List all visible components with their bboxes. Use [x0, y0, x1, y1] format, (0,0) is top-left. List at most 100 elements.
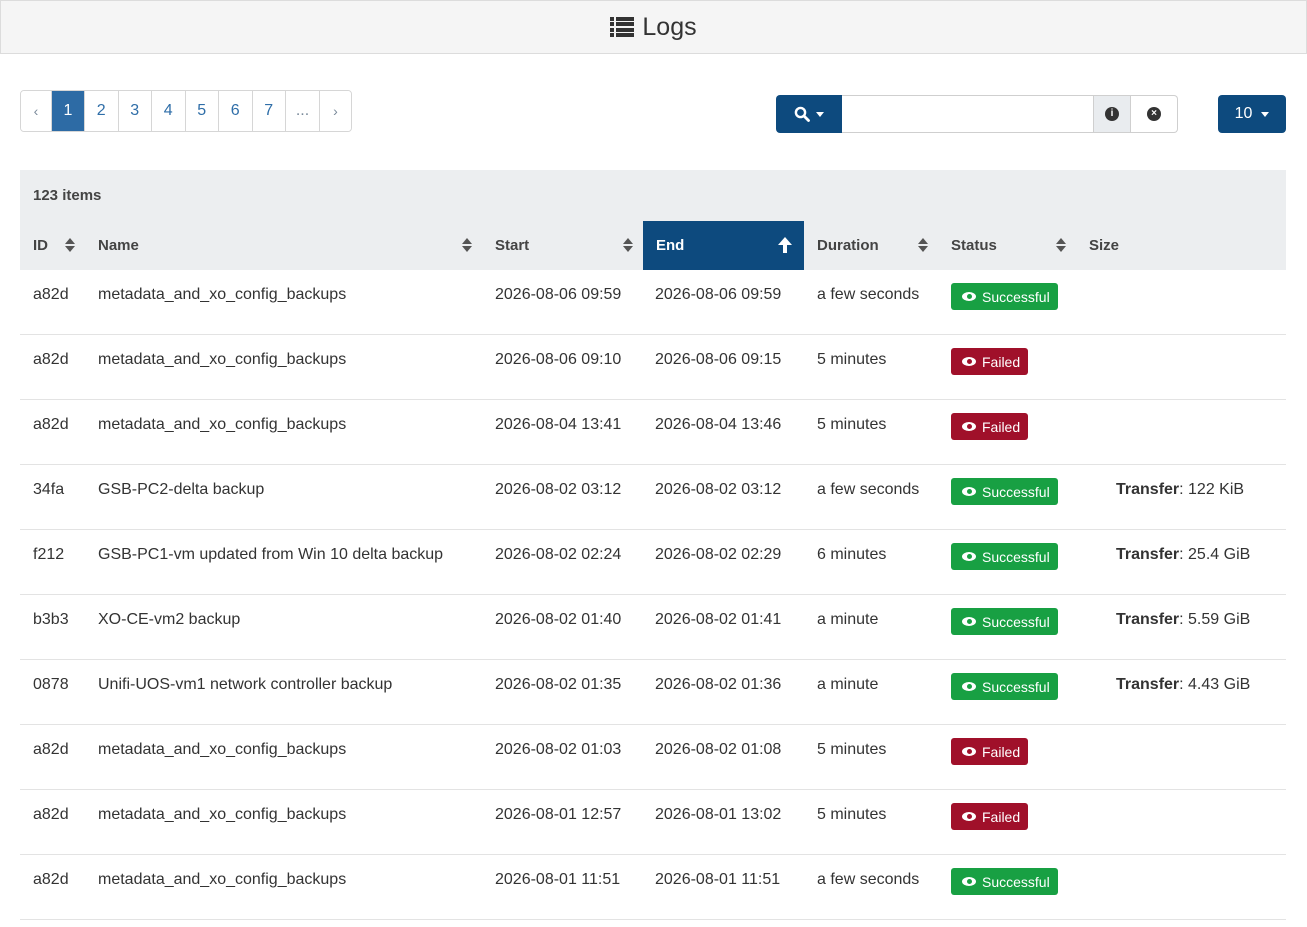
items-per-page-value: 10 [1234, 105, 1253, 122]
size-value: : 4.43 GiB [1179, 676, 1251, 693]
cell-duration: 5 minutes [817, 806, 887, 823]
pagination-page-5[interactable]: 5 [185, 91, 219, 131]
column-header-start[interactable]: Start [482, 221, 643, 270]
search-input[interactable] [842, 95, 1094, 133]
table-row[interactable]: a82d metadata_and_xo_config_backups 2026-0… [20, 335, 1286, 400]
search-bar: i × [776, 95, 1178, 133]
status-badge[interactable]: Failed [951, 348, 1029, 375]
cell-status: Failed [938, 335, 1076, 399]
sort-icon [918, 238, 928, 254]
cell-id: 34fa [33, 481, 65, 498]
filter-help-button[interactable]: i [1094, 95, 1131, 133]
cell-end: 2026-08-06 09:15 [655, 351, 782, 368]
status-badge[interactable]: Successful [951, 673, 1058, 700]
table-row[interactable]: a82d metadata_and_xo_config_backups 2026-0… [20, 790, 1286, 855]
cell-id: 0878 [33, 676, 69, 693]
table-row[interactable]: a82d metadata_and_xo_config_backups 2026-0… [20, 855, 1286, 920]
status-badge[interactable]: Failed [951, 413, 1029, 440]
page-title-text: Logs [642, 12, 697, 41]
eye-icon [962, 292, 976, 301]
cell-id: a82d [33, 741, 69, 758]
table-row[interactable]: b3b3 XO-CE-vm2 backup 2026-08-02 01:40 2026… [20, 595, 1286, 660]
list-icon [610, 17, 635, 37]
table-row[interactable]: a82d metadata_and_xo_config_backups 2026-0… [20, 725, 1286, 790]
pagination-page-7[interactable]: 7 [252, 91, 286, 131]
table-row[interactable]: a82d metadata_and_xo_config_backups 2026-0… [20, 400, 1286, 465]
table-row[interactable]: a82d metadata_and_xo_config_backups 2026-0… [20, 270, 1286, 335]
items-per-page-select[interactable]: 10 [1218, 95, 1286, 133]
status-badge[interactable]: Failed [951, 738, 1029, 765]
pagination-page-4[interactable]: 4 [152, 91, 186, 131]
cell-duration: a few seconds [817, 481, 920, 498]
table-row[interactable]: 34fa GSB-PC2-delta backup 2026-08-02 03:12… [20, 465, 1286, 530]
cell-name: XO-CE-vm2 backup [98, 611, 241, 628]
cell-start: 2026-08-02 01:40 [495, 611, 622, 628]
cell-size [1076, 270, 1286, 334]
column-header-end[interactable]: End [643, 221, 804, 270]
sort-icon [1056, 238, 1066, 254]
eye-icon [962, 877, 976, 886]
size-label: Transfer [1116, 611, 1180, 628]
status-label: Successful [982, 678, 1050, 695]
eye-icon [962, 747, 976, 756]
pagination-page-2[interactable]: 2 [85, 91, 119, 131]
pagination-page-1[interactable]: 1 [52, 91, 85, 131]
cell-size: Transfer: 25.4 GiB [1076, 530, 1286, 594]
status-badge[interactable]: Successful [951, 283, 1058, 310]
cell-start: 2026-08-06 09:10 [495, 351, 622, 368]
search-filter-button[interactable] [776, 95, 842, 133]
search-icon [794, 106, 810, 122]
pagination-page-6[interactable]: 6 [219, 91, 253, 131]
item-count: 123 items [20, 170, 1286, 221]
cell-status: Successful [938, 530, 1076, 594]
column-header-name[interactable]: Name [85, 221, 482, 270]
status-badge[interactable]: Successful [951, 868, 1058, 895]
cell-size: Transfer: 122 KiB [1076, 465, 1286, 529]
cell-size: Transfer: 5.59 GiB [1076, 595, 1286, 659]
close-icon: × [1147, 107, 1161, 121]
column-header-status[interactable]: Status [938, 221, 1076, 270]
cell-end: 2026-08-04 13:46 [655, 416, 782, 433]
cell-start: 2026-08-02 01:35 [495, 676, 622, 693]
cell-duration: a minute [817, 611, 879, 628]
column-header-duration[interactable]: Duration [804, 221, 938, 270]
column-header-id[interactable]: ID [20, 221, 85, 270]
status-badge[interactable]: Successful [951, 478, 1058, 505]
table-row[interactable]: f212 GSB-PC1-vm updated from Win 10 delta… [20, 530, 1286, 595]
table-row[interactable]: 0878 Unifi-UOS-vm1 network controller bac… [20, 660, 1286, 725]
cell-status: Successful [938, 660, 1076, 724]
pagination-page-3[interactable]: 3 [118, 91, 152, 131]
cell-status: Failed [938, 400, 1076, 464]
cell-id: a82d [33, 416, 69, 433]
cell-duration: 5 minutes [817, 351, 887, 368]
status-label: Failed [982, 418, 1021, 435]
pagination-next-button[interactable]: › [320, 91, 351, 131]
size-label: Transfer [1116, 546, 1180, 563]
cell-status: Failed [938, 790, 1076, 854]
column-header-label: ID [33, 237, 48, 254]
cell-duration: 5 minutes [817, 416, 887, 433]
pagination-ellipsis[interactable]: ... [286, 91, 320, 131]
cell-size [1076, 400, 1286, 464]
status-label: Successful [982, 613, 1050, 630]
chevron-down-icon [1261, 111, 1270, 117]
status-badge[interactable]: Successful [951, 543, 1058, 570]
status-badge[interactable]: Successful [951, 608, 1058, 635]
pagination-prev-button[interactable]: ‹ [21, 91, 52, 131]
cell-id: a82d [33, 871, 69, 888]
cell-start: 2026-08-04 13:41 [495, 416, 622, 433]
cell-id: a82d [33, 351, 69, 368]
cell-end: 2026-08-02 03:12 [655, 481, 782, 498]
cell-status: Successful [938, 465, 1076, 529]
cell-start: 2026-08-06 09:59 [495, 286, 622, 303]
status-badge[interactable]: Failed [951, 803, 1029, 830]
cell-size: Transfer: 4.43 GiB [1076, 660, 1286, 724]
eye-icon [962, 552, 976, 561]
cell-status: Successful [938, 595, 1076, 659]
cell-start: 2026-08-02 01:03 [495, 741, 622, 758]
cell-duration: a minute [817, 676, 879, 693]
clear-filter-button[interactable]: × [1131, 95, 1178, 133]
column-header-label: Duration [817, 237, 879, 254]
table-header: ID Name Start End Duration Status Size [20, 221, 1286, 270]
cell-status: Successful [938, 270, 1076, 334]
